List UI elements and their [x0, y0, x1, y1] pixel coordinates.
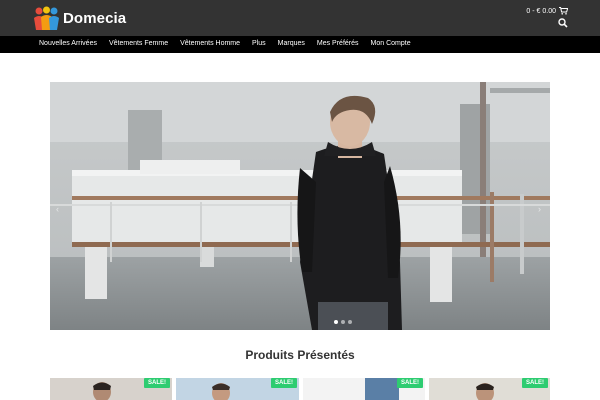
- sale-badge: SALE!: [271, 378, 297, 388]
- sale-badge: SALE!: [522, 378, 548, 388]
- product-card[interactable]: SALE!: [50, 378, 172, 400]
- logo[interactable]: Domecia: [33, 6, 126, 31]
- product-card[interactable]: SALE!: [303, 378, 425, 400]
- cart-icon: [559, 7, 568, 15]
- site-header: Domecia 0 - € 0.00: [0, 0, 600, 36]
- cart-summary: 0 - € 0.00: [526, 7, 556, 15]
- slider-dots: [334, 320, 352, 324]
- product-card[interactable]: SALE!: [429, 378, 550, 400]
- main-nav: Nouvelles Arrivées Vêtements Femme Vêtem…: [0, 36, 600, 53]
- nav-item-brands[interactable]: Marques: [278, 40, 305, 47]
- slider-prev-arrow-icon[interactable]: ‹: [56, 204, 64, 214]
- nav-item-favorites[interactable]: Mes Préférés: [317, 40, 359, 47]
- search-icon[interactable]: [558, 18, 568, 28]
- slider-dot[interactable]: [348, 320, 352, 324]
- hero-image: [50, 82, 550, 330]
- sale-badge: SALE!: [397, 378, 423, 388]
- nav-item-men[interactable]: Vêtements Homme: [180, 40, 240, 47]
- nav-item-women[interactable]: Vêtements Femme: [109, 40, 168, 47]
- hero-slider[interactable]: ‹ ›: [50, 82, 550, 330]
- slider-dot[interactable]: [341, 320, 345, 324]
- product-grid: SALE! SALE! SALE! SALE!: [50, 378, 550, 400]
- nav-item-new-arrivals[interactable]: Nouvelles Arrivées: [39, 40, 97, 47]
- featured-products-title: Produits Présentés: [245, 348, 355, 362]
- cart-link[interactable]: 0 - € 0.00: [526, 7, 568, 15]
- brand-name: Domecia: [63, 10, 127, 27]
- slider-next-arrow-icon[interactable]: ›: [538, 204, 546, 214]
- product-card[interactable]: SALE!: [176, 378, 299, 400]
- nav-item-plus[interactable]: Plus: [252, 40, 266, 47]
- nav-item-account[interactable]: Mon Compte: [371, 40, 411, 47]
- logo-people-icon: [34, 6, 59, 30]
- slider-dot[interactable]: [334, 320, 338, 324]
- sale-badge: SALE!: [144, 378, 170, 388]
